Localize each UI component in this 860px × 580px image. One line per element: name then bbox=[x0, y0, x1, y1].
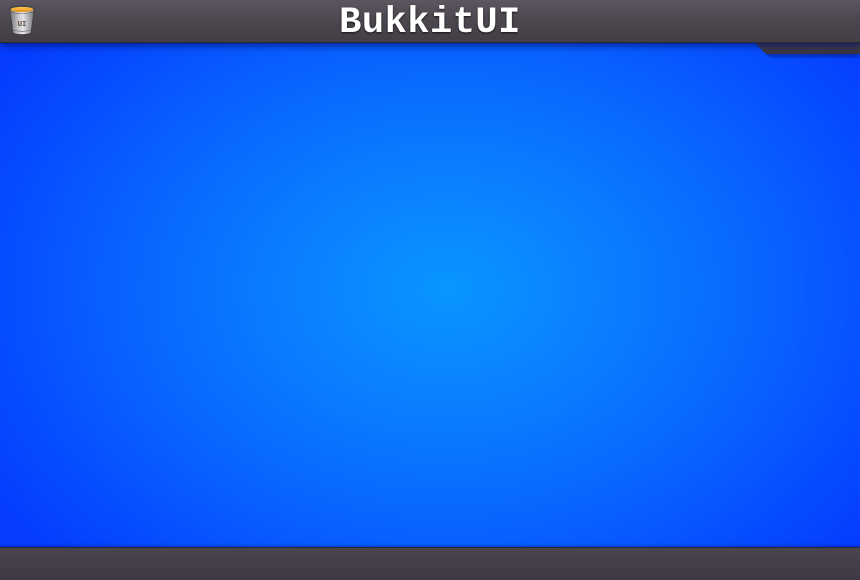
app-title: BukkitUI bbox=[339, 2, 521, 44]
title-bar: UI BukkitUI bbox=[0, 0, 860, 43]
status-bar bbox=[0, 547, 860, 580]
main-content-area bbox=[0, 42, 860, 547]
app-window: UI BukkitUI bbox=[0, 0, 860, 580]
